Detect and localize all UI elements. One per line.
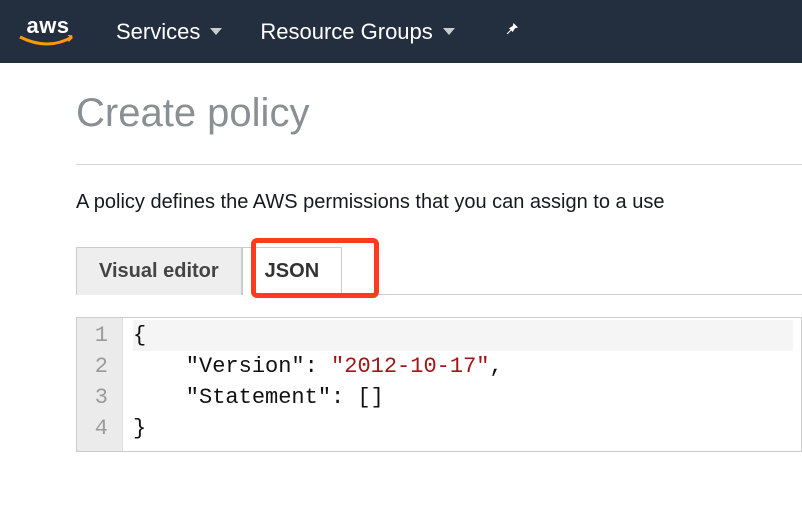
aws-logo[interactable]: aws xyxy=(18,15,78,49)
line-number: 1 xyxy=(87,320,108,351)
aws-smile-icon xyxy=(18,35,78,49)
code-token: , xyxy=(489,354,502,379)
aws-logo-text: aws xyxy=(26,15,69,37)
code-string: "2012-10-17" xyxy=(331,354,489,379)
chevron-down-icon xyxy=(210,28,222,35)
pin-icon[interactable] xyxy=(503,20,521,44)
code-token: "Statement": [] xyxy=(133,385,384,410)
policy-description: A policy defines the AWS permissions tha… xyxy=(76,191,802,214)
divider xyxy=(76,164,802,165)
nav-services-label: Services xyxy=(116,19,200,45)
page-title: Create policy xyxy=(76,91,802,136)
code-token: "Version": xyxy=(133,354,331,379)
tabs: Visual editor JSON xyxy=(76,246,802,295)
tab-visual-editor[interactable]: Visual editor xyxy=(76,247,242,295)
top-nav: aws Services Resource Groups xyxy=(0,0,802,63)
line-number: 3 xyxy=(87,382,108,413)
code-token: { xyxy=(133,323,146,348)
line-number: 2 xyxy=(87,351,108,382)
json-editor[interactable]: 1 2 3 4 { "Version": "2012-10-17", "Stat… xyxy=(76,317,802,452)
nav-services[interactable]: Services xyxy=(116,19,222,45)
nav-resource-groups-label: Resource Groups xyxy=(260,19,432,45)
nav-resource-groups[interactable]: Resource Groups xyxy=(260,19,454,45)
line-number: 4 xyxy=(87,413,108,444)
editor-code[interactable]: { "Version": "2012-10-17", "Statement": … xyxy=(123,318,801,451)
tab-json[interactable]: JSON xyxy=(242,247,342,295)
editor-gutter: 1 2 3 4 xyxy=(77,318,123,451)
chevron-down-icon xyxy=(443,28,455,35)
main-content: Create policy A policy defines the AWS p… xyxy=(0,63,802,452)
code-token: } xyxy=(133,416,146,441)
